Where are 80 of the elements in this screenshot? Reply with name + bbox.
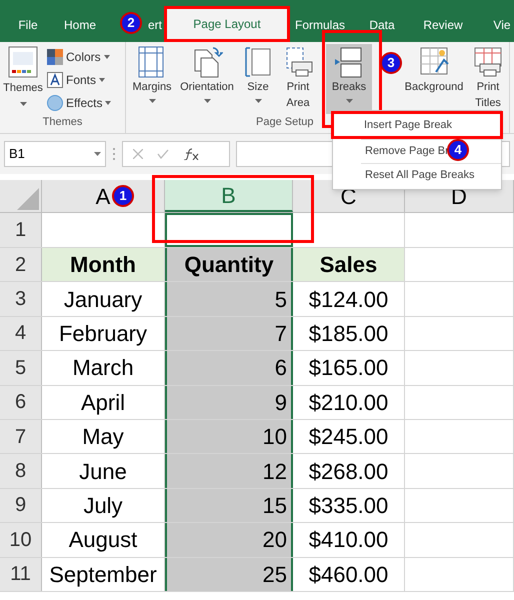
table-cell: 9	[165, 386, 293, 419]
table-cell: 25	[165, 558, 293, 591]
row-header[interactable]: 7	[0, 420, 42, 454]
table-cell: $124.00	[293, 282, 405, 316]
close-icon	[133, 149, 143, 159]
row-header[interactable]: 10	[0, 523, 42, 557]
table-cell: $410.00	[293, 523, 405, 557]
table-cell: $268.00	[293, 454, 405, 488]
ribbon-button[interactable]: Print Titles	[468, 44, 508, 114]
table-cell: 6	[165, 351, 293, 385]
table-cell: 12	[165, 454, 293, 488]
table-cell: 20	[165, 523, 293, 557]
row-header[interactable]: 9	[0, 488, 42, 522]
ribbon-tab[interactable]: ert	[144, 8, 164, 42]
ribbon-button[interactable]: Size	[240, 44, 276, 114]
table-cell: 5	[165, 282, 293, 316]
ribbon-tab[interactable]: Formulas	[290, 8, 350, 42]
color-palette-icon	[47, 49, 63, 65]
menu-item[interactable]: Insert Page Break	[331, 111, 503, 139]
ribbon-button[interactable]: Colors	[47, 47, 112, 67]
circle-icon	[47, 95, 63, 111]
step-badge: 1	[112, 185, 134, 207]
ribbon-button[interactable]: Effects	[47, 93, 112, 113]
ribbon-tab[interactable]: Data	[350, 8, 414, 42]
row-header[interactable]: 2	[0, 248, 42, 282]
row-header[interactable]: 6	[0, 386, 42, 419]
table-cell: Month	[42, 248, 165, 282]
ribbon-button[interactable]: Breaks	[326, 44, 372, 114]
name-box[interactable]: B1	[4, 141, 106, 167]
caret-icon	[148, 99, 156, 103]
row-header[interactable]: 3	[0, 282, 42, 316]
ribbon-tab[interactable]: Review	[414, 8, 472, 42]
caret-icon	[346, 99, 352, 103]
table-cell: $185.00	[293, 316, 405, 350]
row-header[interactable]: 11	[0, 558, 42, 591]
letter-icon	[47, 72, 63, 88]
print-titles-icon	[472, 46, 504, 78]
table-cell: $335.00	[293, 488, 405, 522]
table-cell: Quantity	[165, 248, 293, 282]
caret-icon	[254, 99, 262, 103]
ribbon-tab[interactable]: Page Layout	[164, 6, 290, 42]
ribbon-button[interactable]: Background	[402, 44, 466, 114]
themes-button[interactable]: Themes	[3, 46, 43, 114]
caret-icon	[99, 78, 106, 82]
ribbon-button[interactable]: Print Area	[278, 44, 318, 114]
table-cell: $210.00	[293, 386, 405, 419]
check-icon	[157, 149, 169, 159]
caret-icon	[20, 102, 26, 106]
ribbon-button[interactable]: Orientation	[176, 44, 238, 114]
table-cell: $165.00	[293, 351, 405, 385]
table-cell: 10	[165, 420, 293, 454]
column-header[interactable]: A 1	[42, 180, 165, 212]
ribbon-tab[interactable]: Vie	[472, 8, 514, 42]
caret-icon	[204, 99, 210, 103]
ribbon-tab[interactable]: File	[8, 8, 48, 42]
table-cell: $460.00	[293, 558, 405, 591]
ribbon-tab[interactable]: Home	[48, 8, 112, 42]
caret-icon	[94, 152, 101, 156]
active-cell[interactable]	[165, 213, 293, 247]
caret-icon	[104, 55, 110, 59]
column-header[interactable]: B	[165, 180, 293, 212]
table-cell: $245.00	[293, 420, 405, 454]
ribbon-button[interactable]: Fonts	[47, 70, 112, 90]
table-cell: 7	[165, 316, 293, 350]
triangle-icon	[17, 188, 39, 210]
grip-icon	[112, 147, 116, 161]
row-header[interactable]: 4	[0, 316, 42, 350]
group-label: Themes	[42, 115, 82, 130]
table-cell: 15	[165, 488, 293, 522]
row-header[interactable]: 1	[0, 213, 42, 247]
step-badge: 3	[380, 52, 402, 74]
row-header[interactable]: 8	[0, 454, 42, 488]
menu-item[interactable]: Reset All Page Breaks	[361, 163, 501, 187]
themes-icon	[8, 46, 38, 78]
group-label: Page Setup	[256, 115, 314, 130]
function-icon	[183, 148, 199, 160]
table-cell: Sales	[293, 248, 405, 282]
row-header[interactable]: 5	[0, 351, 42, 385]
caret-icon	[105, 101, 112, 105]
ribbon-button[interactable]: Margins	[130, 44, 174, 114]
